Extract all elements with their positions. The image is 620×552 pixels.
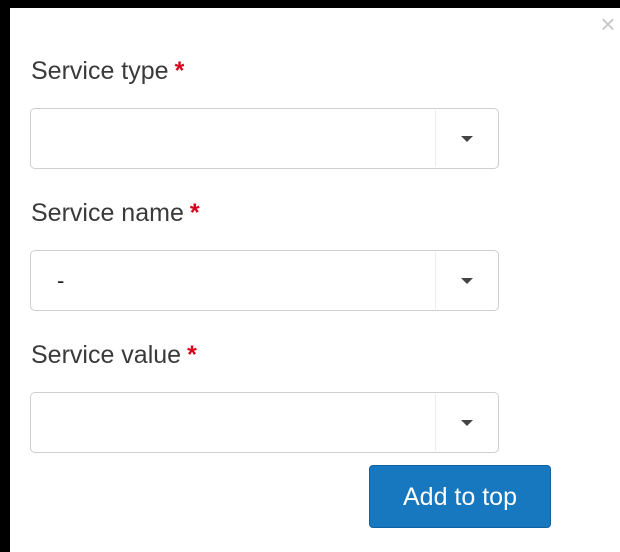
service-value-label-text: Service value — [31, 341, 182, 369]
service-type-label: Service type * — [31, 57, 184, 86]
close-icon[interactable]: × — [598, 11, 618, 37]
chevron-down-icon[interactable] — [461, 278, 473, 284]
window-edge-left — [0, 0, 10, 552]
chevron-down-icon[interactable] — [461, 420, 473, 426]
required-marker: * — [187, 341, 197, 369]
service-value-select[interactable] — [30, 392, 499, 453]
select-divider — [435, 252, 436, 309]
service-name-label-text: Service name — [31, 199, 184, 227]
service-type-label-text: Service type — [31, 57, 169, 85]
select-divider — [435, 110, 436, 167]
service-dialog: × Service type * Service name * - Service … — [0, 0, 620, 552]
service-name-label: Service name * — [31, 199, 200, 228]
required-marker: * — [174, 57, 185, 85]
add-to-top-button[interactable]: Add to top — [369, 465, 551, 528]
service-name-select[interactable]: - — [30, 250, 499, 311]
select-divider — [435, 394, 436, 451]
service-name-value: - — [57, 268, 65, 293]
service-value-label: Service value * — [31, 341, 197, 370]
chevron-down-icon[interactable] — [461, 136, 473, 142]
window-edge-top — [0, 0, 620, 8]
required-marker: * — [189, 199, 200, 227]
service-type-select[interactable] — [30, 108, 499, 169]
